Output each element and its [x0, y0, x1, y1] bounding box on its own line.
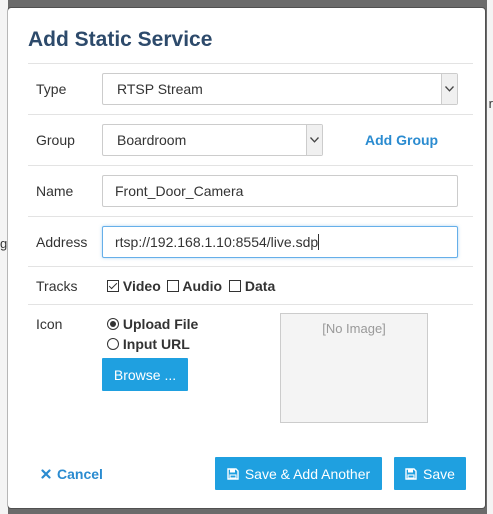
- address-input-value: rtsp://192.168.1.10:8554/live.sdp: [115, 234, 319, 250]
- divider: [28, 165, 473, 166]
- divider: [28, 114, 473, 115]
- address-input[interactable]: rtsp://192.168.1.10:8554/live.sdp: [102, 226, 458, 258]
- close-icon: [41, 469, 51, 479]
- type-select-value: RTSP Stream: [117, 81, 203, 97]
- cancel-button-label: Cancel: [57, 466, 103, 482]
- save-icon: [227, 467, 239, 480]
- dialog-title: Add Static Service: [28, 28, 213, 51]
- input-url-radio[interactable]: Input URL: [107, 336, 190, 352]
- type-select[interactable]: RTSP Stream: [102, 73, 458, 105]
- upload-file-radio[interactable]: Upload File: [107, 316, 198, 332]
- data-checkbox[interactable]: Data: [229, 278, 275, 294]
- page-background-right: [487, 0, 493, 514]
- save-and-add-another-button[interactable]: Save & Add Another: [215, 457, 382, 490]
- radio-icon: [107, 338, 119, 350]
- checkbox-icon: [167, 280, 179, 292]
- icon-label: Icon: [36, 316, 63, 332]
- background-text: r: [488, 96, 493, 111]
- checkbox-checked-icon: [107, 280, 119, 292]
- checkbox-icon: [229, 280, 241, 292]
- radio-selected-icon: [107, 318, 119, 330]
- add-static-service-dialog: Add Static Service Type RTSP Stream Grou…: [8, 8, 485, 508]
- divider: [28, 304, 473, 305]
- icon-preview: [No Image]: [280, 313, 428, 423]
- text-cursor: [318, 234, 320, 250]
- browse-button-label: Browse ...: [113, 366, 177, 383]
- data-checkbox-label: Data: [244, 278, 276, 294]
- tracks-label: Tracks: [36, 278, 78, 294]
- save-icon: [405, 467, 417, 480]
- page-background-left: [0, 0, 8, 514]
- name-label: Name: [36, 183, 74, 199]
- audio-checkbox-label: Audio: [182, 278, 223, 294]
- browse-button[interactable]: Browse ...: [102, 358, 188, 391]
- save-button[interactable]: Save: [394, 457, 466, 490]
- video-checkbox[interactable]: Video: [107, 278, 161, 294]
- add-group-link[interactable]: Add Group: [365, 132, 438, 148]
- video-checkbox-label: Video: [122, 278, 161, 294]
- chevron-down-icon: [306, 125, 322, 155]
- name-input[interactable]: Front_Door_Camera: [102, 175, 458, 207]
- save-button-label: Save: [423, 465, 455, 482]
- group-label: Group: [36, 132, 75, 148]
- background-text: g: [0, 236, 8, 251]
- chevron-down-icon: [441, 74, 457, 104]
- cancel-button[interactable]: Cancel: [41, 466, 103, 482]
- input-url-label: Input URL: [122, 336, 190, 352]
- group-select-value: Boardroom: [117, 132, 187, 148]
- save-and-add-another-label: Save & Add Another: [244, 465, 371, 482]
- group-select[interactable]: Boardroom: [102, 124, 323, 156]
- divider: [28, 63, 473, 64]
- divider: [28, 216, 473, 217]
- audio-checkbox[interactable]: Audio: [167, 278, 222, 294]
- type-label: Type: [36, 81, 67, 97]
- divider: [28, 266, 473, 267]
- address-label: Address: [36, 234, 88, 250]
- upload-file-label: Upload File: [122, 316, 199, 332]
- icon-preview-placeholder: [No Image]: [322, 321, 386, 336]
